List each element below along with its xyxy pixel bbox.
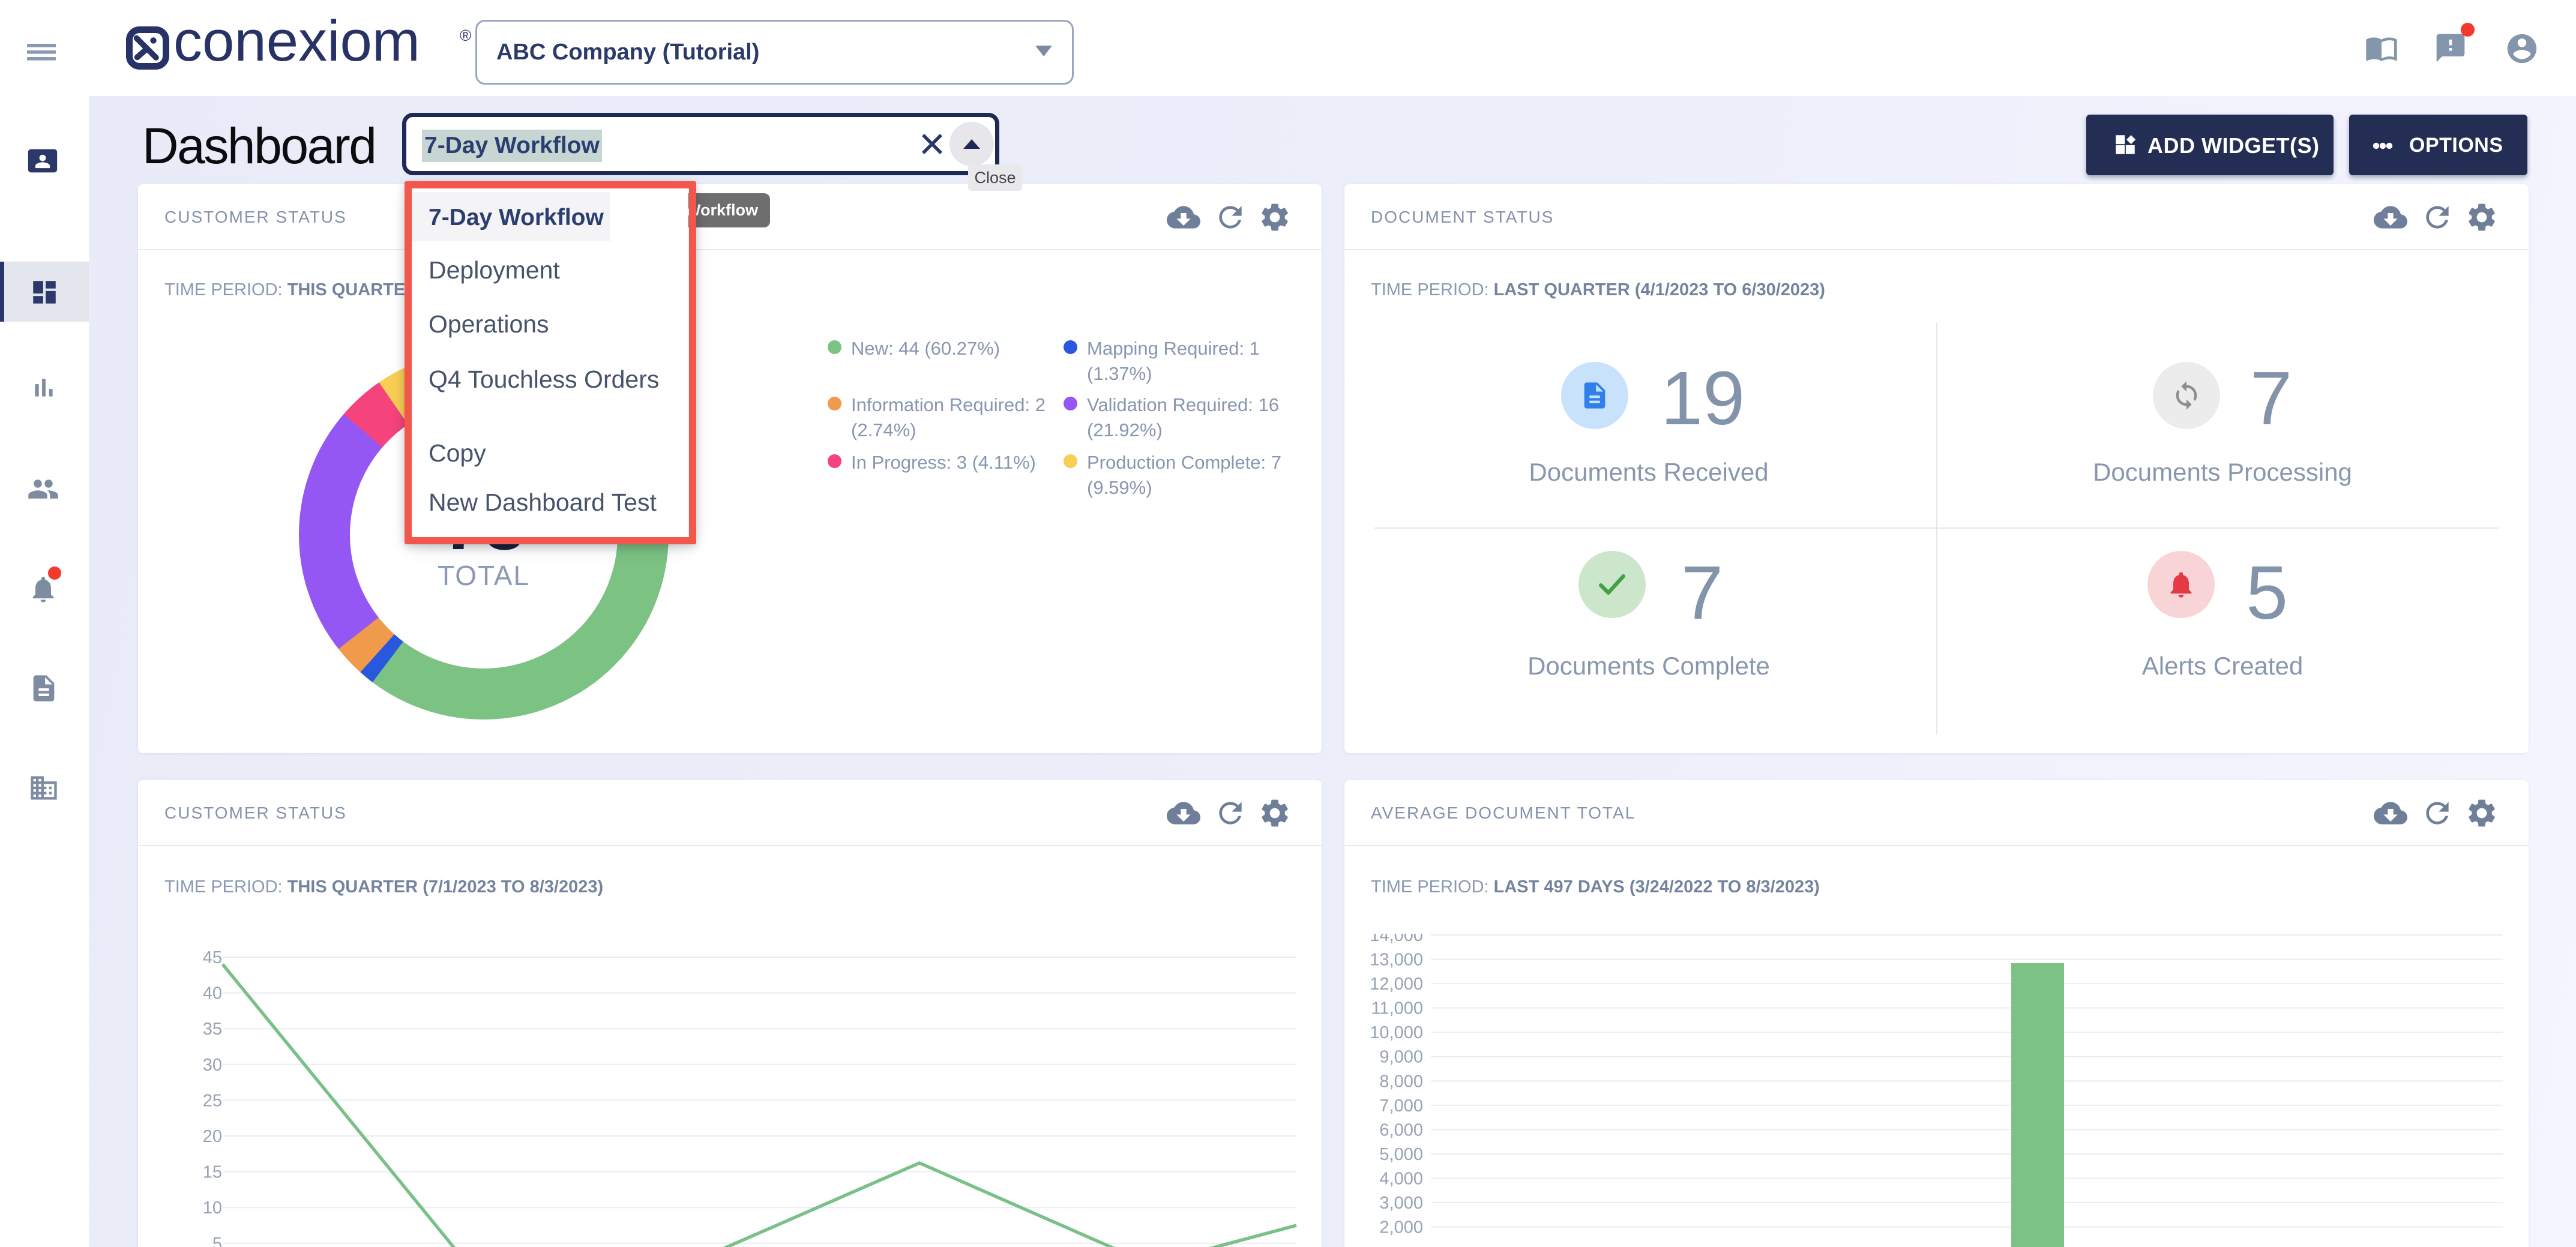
svg-text:3,000: 3,000 xyxy=(1379,1194,1423,1213)
svg-text:5,000: 5,000 xyxy=(1379,1145,1423,1164)
svg-text:20: 20 xyxy=(203,1127,222,1146)
svg-text:4,000: 4,000 xyxy=(1379,1170,1423,1189)
svg-text:11,000: 11,000 xyxy=(1371,999,1423,1018)
svg-text:9,000: 9,000 xyxy=(1379,1048,1423,1067)
svg-text:35: 35 xyxy=(203,1020,222,1039)
svg-text:13,000: 13,000 xyxy=(1370,951,1423,970)
svg-text:8,000: 8,000 xyxy=(1379,1072,1423,1091)
svg-text:2,000: 2,000 xyxy=(1379,1218,1423,1237)
svg-text:15: 15 xyxy=(203,1163,222,1182)
svg-text:6,000: 6,000 xyxy=(1379,1120,1423,1140)
svg-text:40: 40 xyxy=(203,984,222,1003)
svg-text:30: 30 xyxy=(203,1056,222,1075)
svg-text:7,000: 7,000 xyxy=(1379,1096,1423,1116)
svg-text:25: 25 xyxy=(203,1091,222,1110)
svg-text:12,000: 12,000 xyxy=(1370,975,1423,994)
svg-text:10,000: 10,000 xyxy=(1370,1023,1423,1042)
svg-text:14,000: 14,000 xyxy=(1370,934,1423,945)
svg-text:10: 10 xyxy=(203,1198,222,1218)
svg-text:5: 5 xyxy=(212,1234,222,1247)
svg-text:45: 45 xyxy=(203,948,222,967)
